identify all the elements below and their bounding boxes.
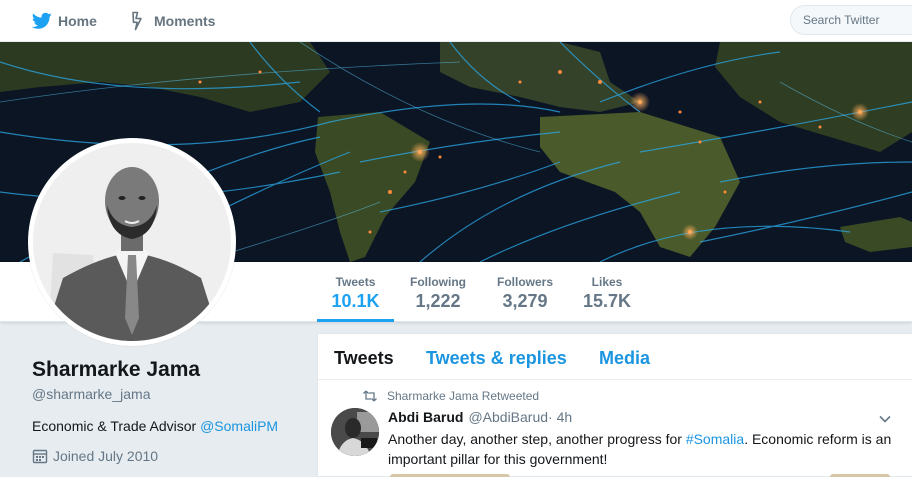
profile-bio-text: Economic & Trade Advisor bbox=[32, 418, 201, 434]
search-placeholder: Search Twitter bbox=[803, 13, 880, 27]
nav-moments[interactable]: Moments bbox=[128, 0, 215, 42]
tweet-author-handle[interactable]: @AbdiBarud bbox=[468, 409, 548, 425]
calendar-icon bbox=[32, 448, 48, 464]
stat-followers[interactable]: Followers 3,279 bbox=[488, 262, 562, 322]
tweet-text-part: Another day, another step, another progr… bbox=[388, 431, 686, 447]
tweet-hashtag-link[interactable]: #Somalia bbox=[686, 431, 744, 447]
tweet-author-avatar[interactable] bbox=[331, 408, 379, 456]
tab-media[interactable]: Media bbox=[599, 348, 650, 369]
tab-tweets[interactable]: Tweets bbox=[334, 348, 394, 369]
chevron-down-icon[interactable] bbox=[878, 412, 892, 426]
stat-likes-label: Likes bbox=[591, 275, 623, 289]
nav-home-label: Home bbox=[58, 13, 97, 29]
stat-tweets-label: Tweets bbox=[335, 275, 376, 289]
tweet[interactable]: Sharmarke Jama Retweeted Abdi Barud @Abd… bbox=[318, 380, 912, 477]
tweet-author-name[interactable]: Abdi Barud bbox=[388, 409, 463, 425]
profile-info-card: Sharmarke Jama @sharmarke_jama Economic … bbox=[32, 358, 292, 464]
stat-followers-value: 3,279 bbox=[502, 291, 548, 311]
retweet-context-text[interactable]: Sharmarke Jama Retweeted bbox=[387, 389, 539, 403]
profile-bio: Economic & Trade Advisor @SomaliPM bbox=[32, 418, 292, 434]
lightning-icon bbox=[128, 11, 148, 31]
tab-tweets-and-replies[interactable]: Tweets & replies bbox=[426, 348, 567, 369]
twitter-bird-icon bbox=[32, 11, 52, 31]
stat-likes[interactable]: Likes 15.7K bbox=[572, 262, 642, 322]
tweet-timestamp[interactable]: · 4h bbox=[548, 409, 572, 425]
search-input[interactable]: Search Twitter bbox=[790, 5, 912, 35]
retweet-context: Sharmarke Jama Retweeted bbox=[363, 389, 539, 403]
stat-likes-value: 15.7K bbox=[582, 291, 632, 311]
tweet-text: Another day, another step, another progr… bbox=[388, 429, 898, 469]
retweet-icon bbox=[363, 390, 377, 402]
top-navigation: Home Moments Search Twitter bbox=[0, 0, 912, 42]
profile-joined-date: Joined July 2010 bbox=[32, 448, 292, 464]
timeline: Tweets Tweets & replies Media Sharmarke … bbox=[317, 333, 912, 477]
tweet-header: Abdi Barud @AbdiBarud · 4h bbox=[388, 409, 572, 425]
timeline-tabs: Tweets Tweets & replies Media bbox=[318, 334, 912, 380]
profile-joined-text: Joined July 2010 bbox=[53, 448, 159, 464]
stat-following-label: Following bbox=[410, 275, 466, 289]
bio-mention-link[interactable]: @SomaliPM bbox=[200, 418, 278, 434]
stat-following-value: 1,222 bbox=[415, 291, 461, 311]
stat-tweets[interactable]: Tweets 10.1K bbox=[317, 262, 394, 322]
profile-name[interactable]: Sharmarke Jama bbox=[32, 358, 292, 382]
stat-following[interactable]: Following 1,222 bbox=[400, 262, 476, 322]
nav-home[interactable]: Home bbox=[32, 0, 97, 42]
stat-tweets-value: 10.1K bbox=[331, 291, 380, 311]
profile-handle[interactable]: @sharmarke_jama bbox=[32, 386, 292, 402]
stat-followers-label: Followers bbox=[496, 275, 553, 289]
profile-avatar[interactable] bbox=[28, 138, 236, 346]
avatar-photo bbox=[33, 143, 231, 341]
nav-moments-label: Moments bbox=[154, 13, 216, 29]
